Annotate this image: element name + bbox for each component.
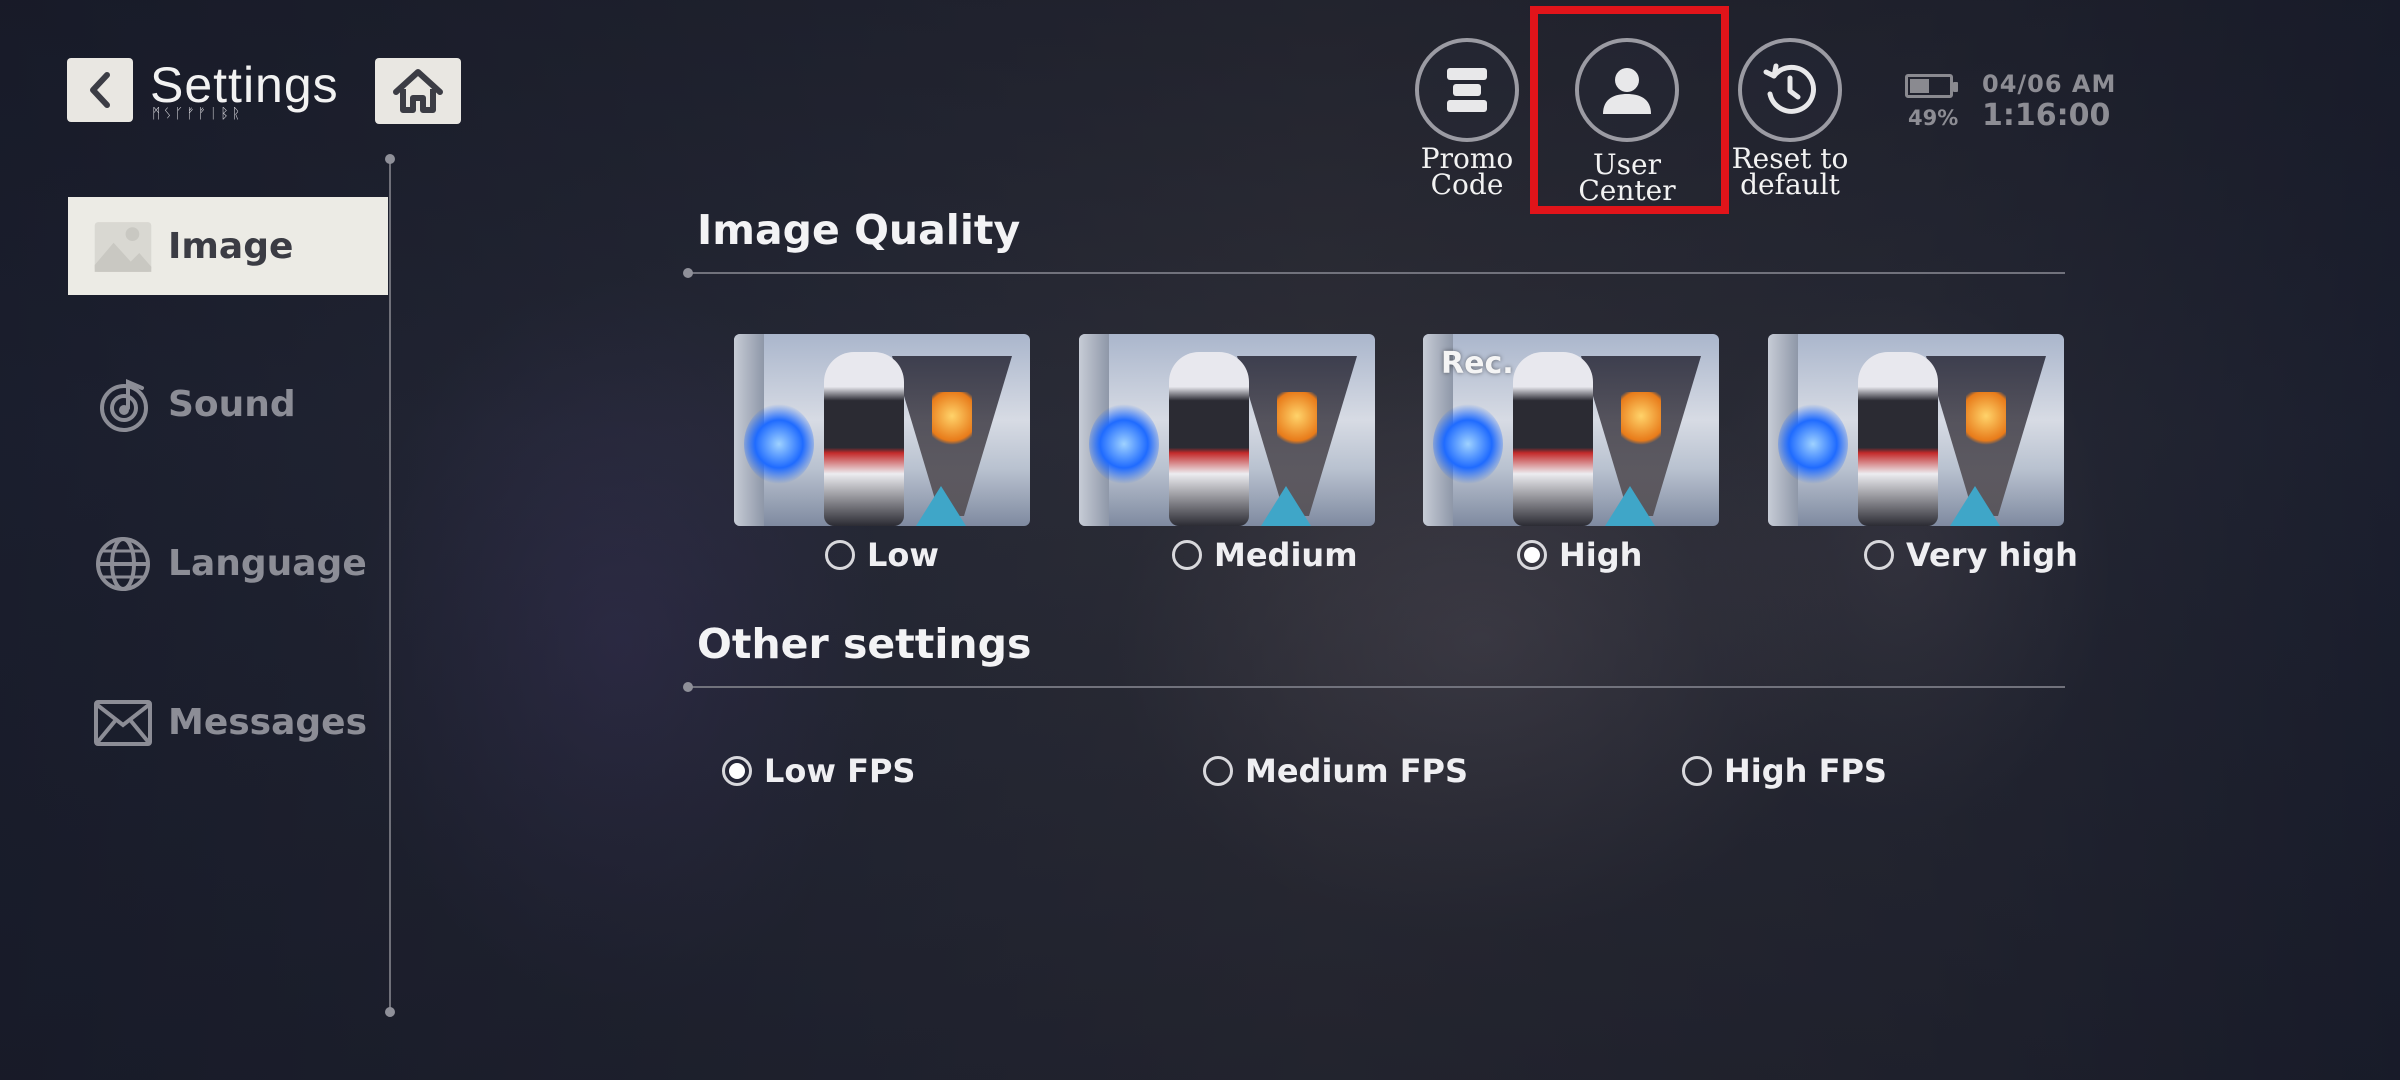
quality-label-medium: Medium — [1214, 536, 1358, 574]
home-button[interactable] — [375, 58, 461, 124]
image-quality-divider — [683, 268, 2065, 278]
quality-preview-medium[interactable] — [1079, 334, 1375, 526]
reset-icon-circle — [1738, 38, 1842, 142]
sidebar-item-label-messages: Messages — [168, 701, 368, 743]
quality-radio-medium[interactable]: Medium — [1172, 536, 1358, 574]
preview-art-glyph — [1621, 392, 1661, 452]
sidebar-item-label-image: Image — [168, 225, 294, 267]
fps-radio-medium[interactable]: Medium FPS — [1203, 752, 1468, 790]
promo-code-icon-circle — [1415, 38, 1519, 142]
quality-preview-low[interactable] — [734, 334, 1030, 526]
radio-indicator — [722, 756, 752, 786]
radio-indicator — [1864, 540, 1894, 570]
fps-label-low: Low FPS — [764, 752, 916, 790]
reset-history-icon — [1763, 63, 1816, 114]
fps-radio-high[interactable]: High FPS — [1682, 752, 1887, 790]
preview-art-glyph — [932, 392, 972, 452]
radio-indicator — [825, 540, 855, 570]
mail-icon — [93, 693, 153, 753]
preview-art-glyph — [1277, 392, 1317, 452]
sound-icon — [93, 375, 153, 435]
radio-indicator — [1172, 540, 1202, 570]
status-time: 1:16:00 — [1982, 98, 2111, 133]
recommended-badge: Rec. — [1441, 346, 1514, 381]
reset-default-label-line2: default — [1740, 168, 1840, 201]
sidebar-divider-dot-bottom — [385, 1007, 395, 1017]
promo-code-label-line2: Code — [1430, 168, 1504, 201]
reset-default-button[interactable]: Reset to default — [1715, 38, 1865, 201]
chevron-left-icon — [90, 72, 110, 108]
reset-default-label: Reset to default — [1715, 145, 1865, 201]
battery-icon — [1905, 74, 1958, 98]
radio-indicator — [1682, 756, 1712, 786]
home-icon — [393, 69, 443, 113]
quality-radio-high[interactable]: High — [1517, 536, 1642, 574]
status-date: 04/06 AM — [1982, 70, 2117, 98]
sidebar-divider — [389, 160, 391, 1012]
sidebar-item-sound[interactable]: Sound — [68, 355, 388, 453]
quality-label-very-high: Very high — [1906, 536, 2078, 574]
page-subtitle-runes: ᛗᛊᚴᚠᚠᛁᛒᚱ — [152, 106, 244, 122]
user-center-highlight-box — [1530, 6, 1729, 214]
sidebar-item-messages[interactable]: Messages — [68, 673, 388, 771]
other-settings-title: Other settings — [697, 620, 1032, 668]
preview-art-character — [824, 352, 904, 526]
sidebar-item-language[interactable]: Language — [68, 514, 388, 612]
globe-icon — [93, 534, 153, 594]
back-button[interactable] — [67, 58, 133, 122]
preview-art-character — [1513, 352, 1593, 526]
other-settings-divider — [683, 682, 2065, 692]
preview-art-orb — [1778, 404, 1848, 484]
quality-radio-low[interactable]: Low — [825, 536, 939, 574]
quality-preview-very-high[interactable] — [1768, 334, 2064, 526]
preview-art-orb — [1433, 404, 1503, 484]
promo-code-label: Promo Code — [1392, 145, 1542, 201]
sidebar-item-label-language: Language — [168, 542, 367, 584]
preview-art-character — [1169, 352, 1249, 526]
sidebar-item-label-sound: Sound — [168, 383, 296, 425]
preview-art-orb — [744, 404, 814, 484]
fps-radio-low[interactable]: Low FPS — [722, 752, 915, 790]
radio-indicator — [1517, 540, 1547, 570]
preview-art-glyph — [1966, 392, 2006, 452]
promo-code-icon — [1447, 68, 1487, 112]
promo-code-button[interactable]: Promo Code — [1392, 38, 1542, 201]
preview-art-orb — [1089, 404, 1159, 484]
image-icon — [93, 217, 153, 277]
battery-percent: 49% — [1908, 106, 1959, 130]
fps-label-medium: Medium FPS — [1245, 752, 1469, 790]
image-quality-title: Image Quality — [697, 206, 1021, 254]
preview-art-character — [1858, 352, 1938, 526]
quality-radio-very-high[interactable]: Very high — [1864, 536, 2078, 574]
fps-label-high: High FPS — [1724, 752, 1887, 790]
quality-preview-high[interactable]: Rec. — [1423, 334, 1719, 526]
radio-indicator — [1203, 756, 1233, 786]
sidebar-divider-dot-top — [385, 154, 395, 164]
quality-label-high: High — [1559, 536, 1643, 574]
quality-label-low: Low — [867, 536, 939, 574]
sidebar-item-image[interactable]: Image — [68, 197, 388, 295]
battery-level-fill — [1910, 79, 1929, 93]
